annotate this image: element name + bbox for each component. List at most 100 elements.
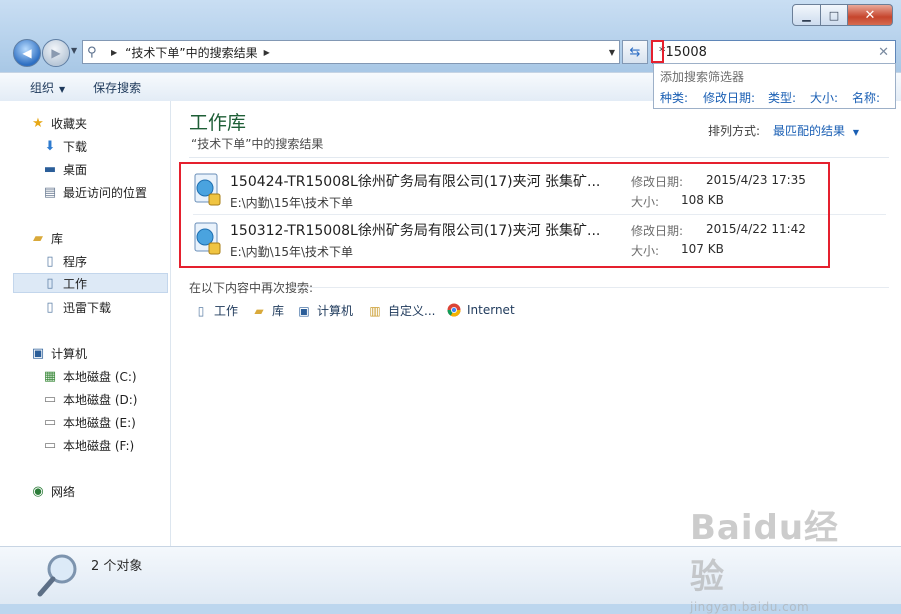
filter-type[interactable]: 类型: [768, 89, 796, 106]
sidebar-item-drive-d[interactable]: ▭ 本地磁盘 (D:) [42, 389, 138, 409]
refresh-icon: ⇆ [629, 44, 641, 60]
sidebar-item-label: 本地磁盘 (D:) [63, 392, 138, 407]
divider [189, 157, 889, 158]
sort-label: 排列方式: [708, 124, 761, 138]
filter-date-modified[interactable]: 修改日期: [703, 89, 755, 106]
highlight-box [179, 162, 830, 268]
breadcrumb-chevron-icon[interactable]: ▶ [264, 48, 270, 57]
caption-buttons: ▁ □ ✕ [792, 4, 893, 26]
filter-size[interactable]: 大小: [810, 89, 838, 106]
filter-heading: 添加搜索筛选器 [660, 70, 745, 84]
sidebar-item-desktop[interactable]: ▬ 桌面 [42, 159, 87, 179]
address-dropdown-icon[interactable]: ▼ [609, 48, 615, 57]
document-library-icon: ▯ [46, 299, 54, 315]
hard-drive-icon: ▭ [43, 414, 57, 430]
sidebar-item-favorites[interactable]: ★ 收藏夹 [30, 113, 87, 133]
sidebar-item-label: 程序 [63, 254, 88, 269]
computer-icon: ▣ [298, 303, 310, 318]
document-library-icon: ▯ [46, 253, 54, 269]
address-bar[interactable]: ⚲ ▶ “技术下单”中的搜索结果 ▶ ▼ [82, 40, 620, 64]
sidebar-item-label: 最近访问的位置 [63, 185, 148, 200]
sidebar-item-drive-c[interactable]: ▦ 本地磁盘 (C:) [42, 366, 137, 386]
recent-places-icon: ▤ [43, 184, 57, 200]
chevron-down-icon: ▼ [852, 128, 859, 137]
sort-value: 最匹配的结果 [773, 124, 846, 138]
divider [291, 287, 889, 288]
organize-label: 组织 [30, 80, 55, 95]
recent-pages-dropdown[interactable]: ▼ [71, 46, 77, 55]
computer-icon: ▣ [31, 345, 45, 361]
location-label: 库 [272, 304, 285, 318]
library-subtitle: “技术下单”中的搜索结果 [191, 137, 324, 151]
location-label: 计算机 [317, 304, 354, 318]
sidebar-item-label: 收藏夹 [51, 116, 88, 131]
sidebar-item-label: 库 [51, 231, 64, 246]
refresh-button[interactable]: ⇆ [622, 40, 648, 64]
network-icon: ◉ [32, 483, 44, 499]
sidebar-item-label: 本地磁盘 (C:) [63, 369, 137, 384]
library-title: 工作库 [189, 112, 247, 134]
sidebar-item-downloads[interactable]: ⬇ 下载 [42, 136, 87, 156]
sidebar-item-label: 本地磁盘 (E:) [63, 415, 136, 430]
sidebar-item-label: 桌面 [63, 162, 88, 177]
document-library-icon: ▯ [46, 275, 54, 291]
search-icon: ⚲ [87, 44, 97, 60]
search-again-internet[interactable]: Internet [446, 302, 515, 318]
location-label: 自定义... [388, 304, 436, 318]
item-count: 2 个对象 [91, 559, 143, 574]
sidebar-item-drive-f[interactable]: ▭ 本地磁盘 (F:) [42, 435, 134, 455]
save-search-button[interactable]: 保存搜索 [79, 79, 155, 96]
forward-button[interactable]: ▶ [42, 39, 70, 67]
chevron-down-icon: ▼ [59, 84, 66, 94]
filter-name[interactable]: 名称: [852, 89, 880, 106]
sort-dropdown[interactable]: 最匹配的结果 ▼ [773, 122, 859, 139]
sidebar-item-computer[interactable]: ▣ 计算机 [30, 343, 87, 363]
location-label: Internet [467, 303, 515, 317]
windows-drive-icon: ▦ [43, 368, 57, 384]
custom-folder-icon: ▥ [369, 303, 381, 318]
filter-kind[interactable]: 种类: [660, 89, 688, 106]
back-button[interactable]: ◀ [13, 39, 41, 67]
navigation-pane: ★ 收藏夹 ⬇ 下载 ▬ 桌面 ▤ 最近访问的位置 ▰ 库 ▯ 程序 ▯ 工作 ▯ 迅雷下载 ▣… [0, 101, 171, 546]
star-icon: ★ [32, 115, 44, 131]
maximize-button[interactable]: □ [821, 4, 848, 26]
search-input[interactable]: *15008 [659, 45, 707, 60]
sidebar-item-label: 工作 [63, 276, 88, 291]
breadcrumb-chevron-icon[interactable]: ▶ [111, 48, 117, 57]
sidebar-item-xunlei-downloads[interactable]: ▯ 迅雷下载 [42, 297, 111, 317]
sidebar-item-network[interactable]: ◉ 网络 [30, 481, 75, 501]
location-label: 工作 [214, 304, 239, 318]
watermark: Baidu经验 jingyan.baidu.com [690, 500, 860, 614]
magnifier-icon [37, 554, 77, 597]
search-again-work[interactable]: ▯ 工作 [193, 302, 238, 319]
sidebar-item-label: 本地磁盘 (F:) [63, 438, 135, 453]
sidebar-item-drive-e[interactable]: ▭ 本地磁盘 (E:) [42, 412, 136, 432]
sidebar-item-programs[interactable]: ▯ 程序 [42, 251, 87, 271]
library-icon: ▰ [254, 303, 264, 318]
clear-search-icon[interactable]: ✕ [878, 45, 889, 60]
hard-drive-icon: ▭ [43, 391, 57, 407]
highlight-marker [651, 40, 664, 63]
document-library-icon: ▯ [197, 303, 205, 318]
organize-menu[interactable]: 组织 ▼ [0, 79, 79, 96]
close-button[interactable]: ✕ [848, 4, 893, 26]
sidebar-item-label: 迅雷下载 [63, 300, 112, 315]
search-again-custom[interactable]: ▥ 自定义... [367, 302, 435, 319]
watermark-brand: Baidu经验 [690, 508, 840, 597]
search-again-computer[interactable]: ▣ 计算机 [296, 302, 353, 319]
sidebar-item-recent-places[interactable]: ▤ 最近访问的位置 [42, 182, 147, 202]
results-pane: 工作库 “技术下单”中的搜索结果 排列方式: 最匹配的结果 ▼ 150424-T… [171, 101, 901, 546]
sidebar-item-work[interactable]: ▯ 工作 [13, 273, 168, 293]
minimize-button[interactable]: ▁ [792, 4, 821, 26]
sidebar-item-libraries[interactable]: ▰ 库 [30, 228, 63, 248]
chrome-icon [446, 302, 462, 318]
hard-drive-icon: ▭ [43, 437, 57, 453]
arrow-right-icon: ▶ [51, 46, 61, 60]
search-box[interactable]: *15008 ✕ [652, 40, 896, 64]
breadcrumb-path[interactable]: “技术下单”中的搜索结果 [125, 44, 257, 61]
library-icon: ▰ [33, 230, 43, 246]
search-again-libraries[interactable]: ▰ 库 [251, 302, 284, 319]
search-filter-dropdown: 添加搜索筛选器 种类: 修改日期: 类型: 大小: 名称: [653, 63, 896, 109]
arrow-left-icon: ◀ [22, 46, 32, 60]
download-folder-icon: ⬇ [44, 138, 56, 154]
